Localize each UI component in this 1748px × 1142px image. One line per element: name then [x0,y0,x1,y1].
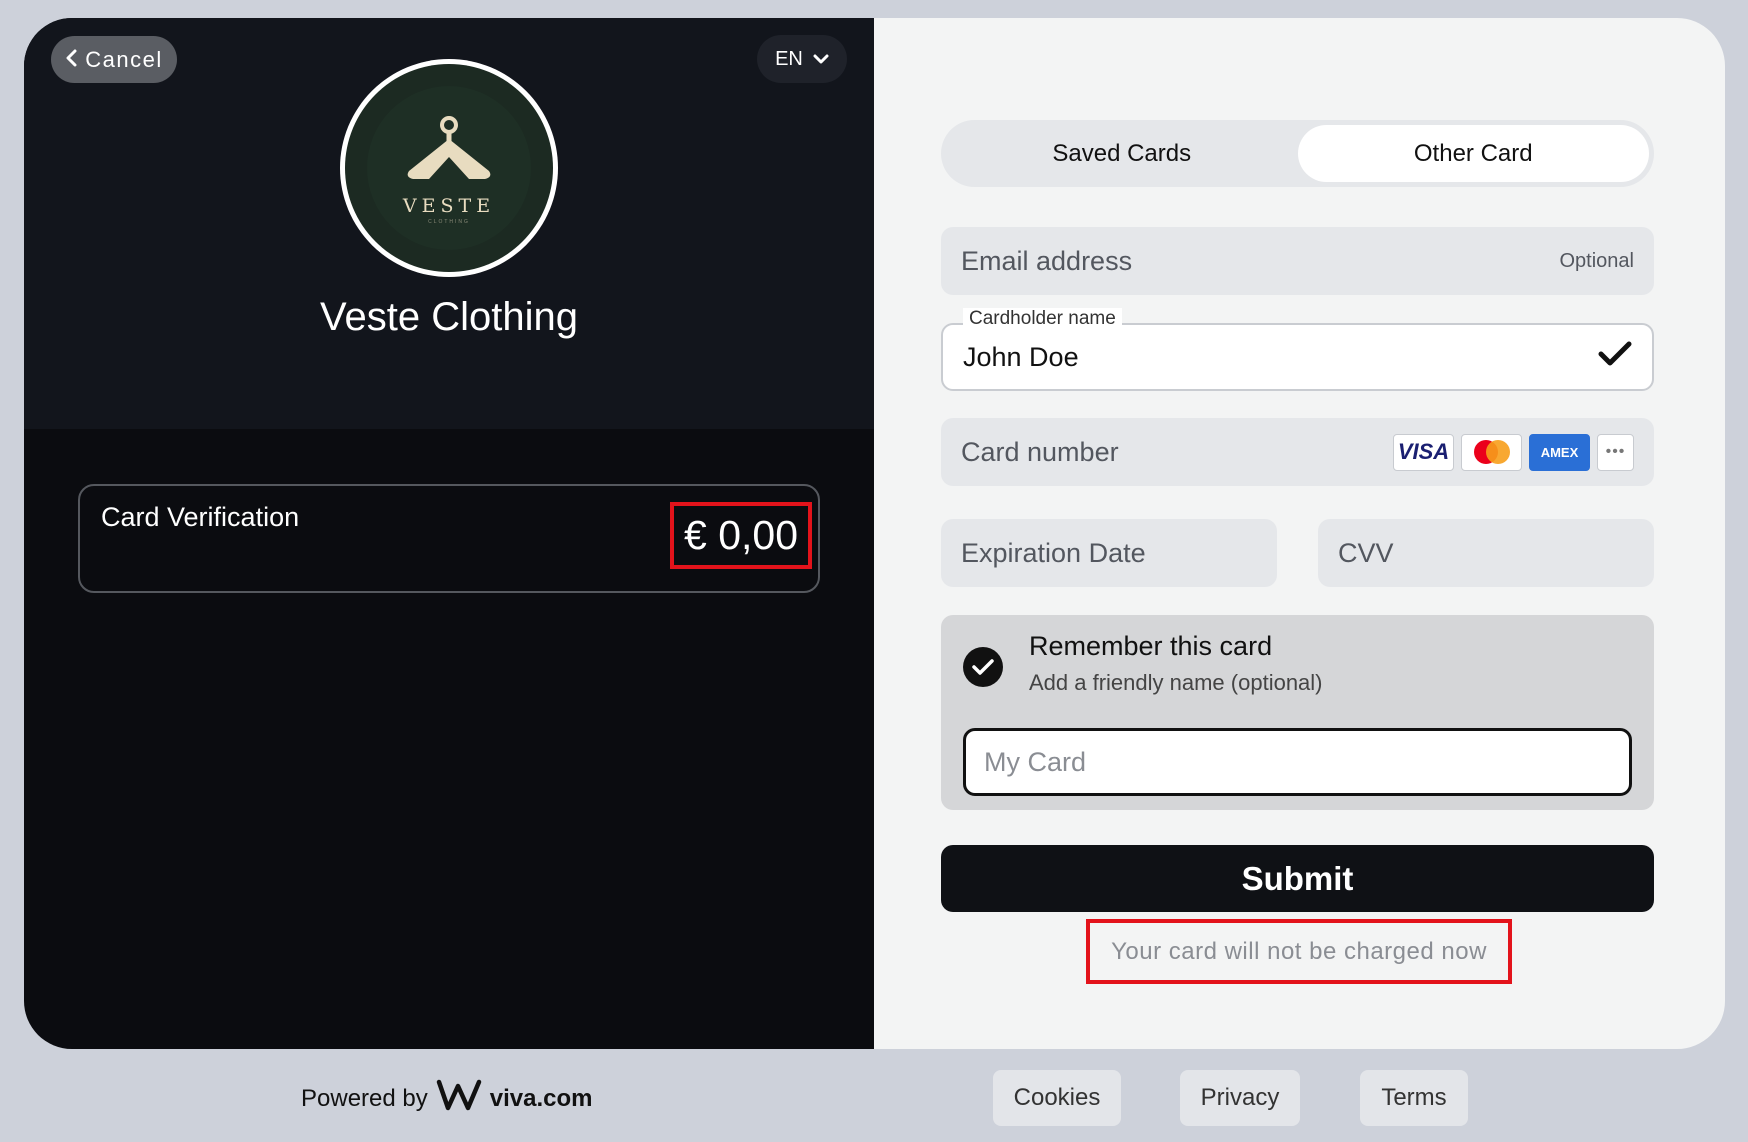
viva-logo-icon [436,1078,482,1119]
summary-label: Card Verification [101,502,300,532]
chevron-left-icon [65,47,77,73]
checkmark-icon [1598,341,1632,374]
logo-subtext: CLOTHING [428,219,470,225]
cancel-button[interactable]: Cancel [51,36,177,83]
amex-icon: AMEX [1529,433,1590,471]
email-field[interactable]: Email address Optional [941,227,1654,295]
language-label: EN [775,47,803,70]
chevron-down-icon [813,48,829,71]
expiration-placeholder: Expiration Date [961,537,1146,568]
summary-amount: € 0,00 [670,502,812,569]
card-tabs: Saved Cards Other Card [941,120,1654,187]
left-panel: Cancel EN VESTE CLOTHING Veste Clothing … [24,18,874,1049]
card-nickname-input[interactable] [963,728,1632,796]
cookies-link[interactable]: Cookies [993,1070,1121,1126]
charge-note: Your card will not be charged now [1086,919,1512,984]
tab-other-card[interactable]: Other Card [1297,125,1649,182]
cvv-field[interactable]: CVV [1318,519,1654,587]
merchant-name: Veste Clothing [320,295,578,339]
email-placeholder: Email address [961,245,1133,276]
submit-button[interactable]: Submit [941,845,1654,912]
logo-wordmark: VESTE [402,195,496,217]
remember-subtitle: Add a friendly name (optional) [1029,670,1323,695]
card-number-placeholder: Card number [961,436,1119,467]
cancel-label: Cancel [85,46,163,72]
tab-saved-cards[interactable]: Saved Cards [946,125,1298,182]
viva-brand[interactable]: viva.com [490,1085,593,1113]
cardholder-name-label: Cardholder name [963,308,1122,330]
remember-title: Remember this card [1029,631,1273,661]
cvv-placeholder: CVV [1338,537,1394,568]
language-selector[interactable]: EN [757,35,847,83]
mastercard-icon [1461,433,1522,471]
visa-icon: VISA [1393,433,1454,471]
powered-by: Powered by viva.com [301,1078,592,1119]
cardholder-name-field[interactable]: Cardholder name John Doe [941,308,1654,391]
privacy-link[interactable]: Privacy [1180,1070,1300,1126]
expiration-date-field[interactable]: Expiration Date [941,519,1277,587]
powered-by-label: Powered by [301,1084,428,1112]
merchant-header: Cancel EN VESTE CLOTHING Veste Clothing [24,18,874,429]
payment-form-panel: Saved Cards Other Card Email address Opt… [874,18,1725,1049]
cardholder-name-value: John Doe [963,341,1079,372]
merchant-logo: VESTE CLOTHING [340,59,558,277]
more-cards-icon: ••• [1597,433,1634,471]
card-brands: VISA AMEX ••• [1393,433,1634,471]
optional-label: Optional [1559,249,1635,272]
card-number-field[interactable]: Card number VISA AMEX ••• [941,418,1654,486]
remember-checkbox[interactable] [963,647,1003,687]
checkout-card: Cancel EN VESTE CLOTHING Veste Clothing … [24,18,1725,1049]
payment-summary: Card Verification € 0,00 [78,484,820,593]
terms-link[interactable]: Terms [1360,1070,1468,1126]
hanger-icon [407,116,491,179]
remember-card-section: Remember this card Add a friendly name (… [941,615,1654,810]
